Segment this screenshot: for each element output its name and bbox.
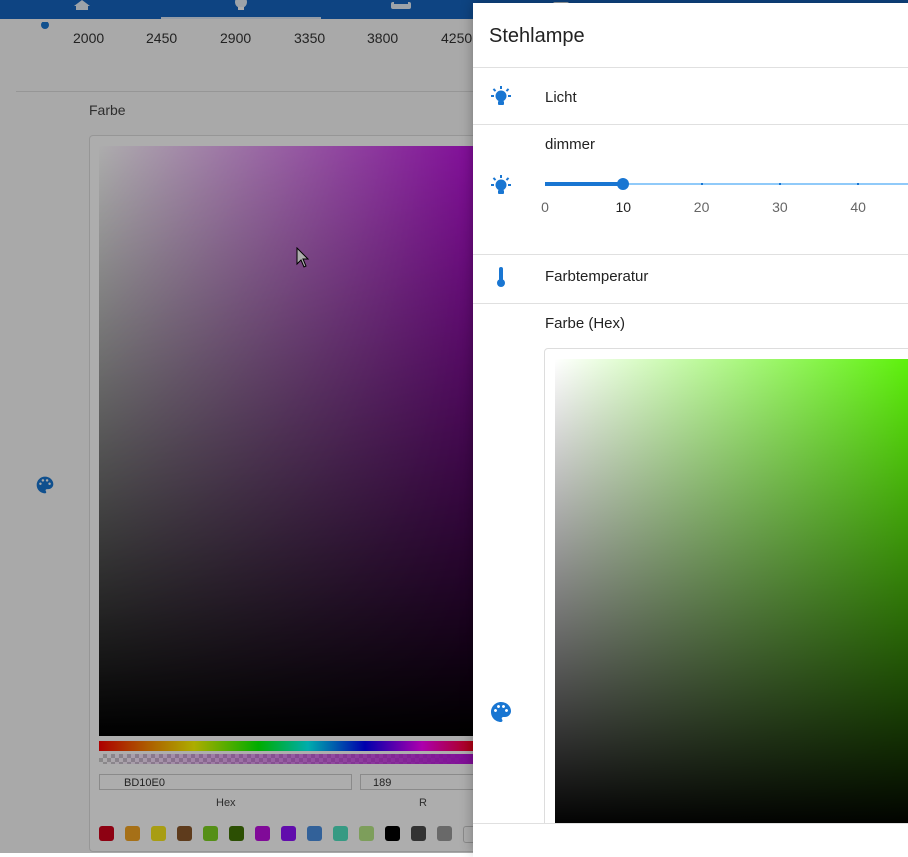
palette-icon — [489, 700, 513, 729]
dialog-footer — [473, 823, 908, 857]
color-hex-label: Farbe (Hex) — [545, 315, 626, 332]
dimmer-label: dimmer — [545, 136, 596, 153]
slider-thumb[interactable] — [617, 178, 630, 190]
dialog-title: Stehlampe — [489, 25, 585, 47]
divider — [473, 124, 908, 125]
lightbulb-icon — [489, 85, 513, 114]
divider — [473, 303, 908, 304]
slider-mark — [778, 183, 781, 185]
color-temp-label: Farbtemperatur — [545, 268, 649, 285]
slider-fill — [545, 182, 624, 186]
divider — [473, 254, 908, 255]
slider-tick-label: 0 — [541, 199, 549, 215]
lightbulb-icon — [489, 174, 513, 203]
thermometer-icon — [489, 265, 513, 294]
slider-tick-label: 10 — [615, 199, 632, 215]
light-row-label: Licht — [545, 89, 577, 106]
slider-mark — [857, 183, 860, 185]
device-dialog: Stehlampe Licht dimmer 0 10 20 30 40 Far… — [473, 3, 908, 857]
slider-tick-label: 40 — [850, 199, 866, 215]
dimmer-slider[interactable]: 0 10 20 30 40 — [541, 173, 908, 223]
slider-tick-label: 30 — [772, 199, 788, 215]
slider-mark — [700, 183, 703, 185]
slider-tick-label: 20 — [693, 199, 710, 215]
saturation-value-area[interactable] — [555, 359, 908, 829]
divider — [473, 67, 908, 68]
